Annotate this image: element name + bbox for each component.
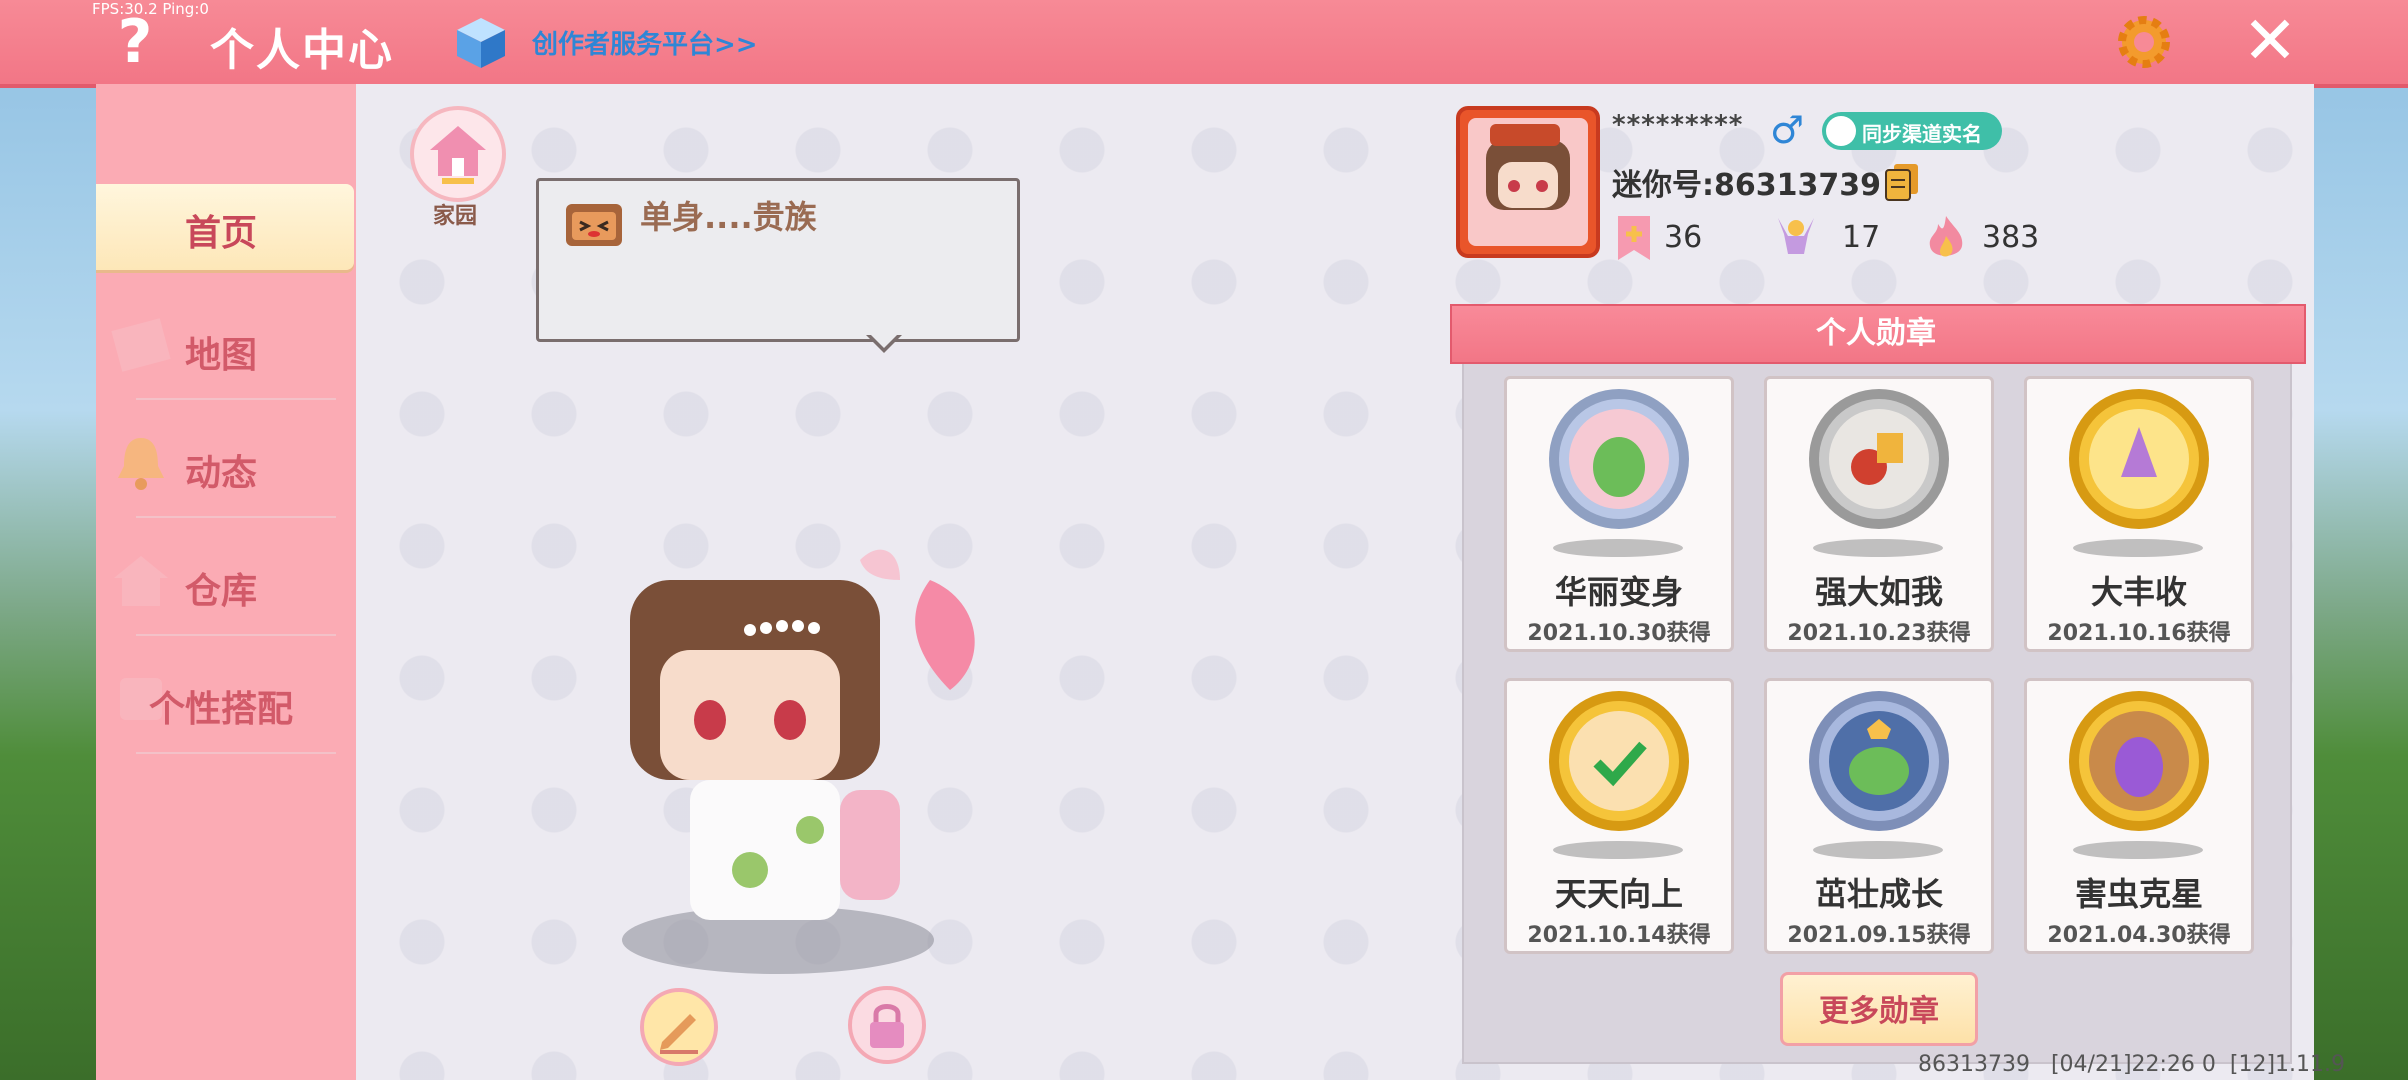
divider (136, 752, 336, 754)
badge-date: 2021.10.30获得 (1527, 621, 1711, 646)
sidebar-item-outfit[interactable]: 个性搭配 (96, 650, 346, 754)
flame-icon (1929, 216, 1963, 257)
badge-name: 强大如我 (1814, 573, 1943, 611)
badge-date: 2021.09.15获得 (1787, 923, 1971, 948)
edit-button[interactable] (640, 988, 718, 1066)
badge-medal-icon (2069, 389, 2209, 529)
home-icon (430, 126, 486, 184)
close-icon[interactable]: ✕ (2240, 6, 2300, 76)
sidebar-item-storage[interactable]: 仓库 (96, 532, 346, 636)
realname-sync-label: 同步渠道实名 (1862, 122, 1982, 146)
avatar[interactable] (1456, 106, 1600, 258)
medal-shadow (2073, 539, 2203, 557)
badge-card[interactable]: 大丰收 2021.10.16获得 (2024, 376, 2254, 652)
medal-shadow (1553, 539, 1683, 557)
male-icon: ♂ (1770, 108, 1805, 152)
more-badges-label: 更多勋章 (1819, 994, 1939, 1029)
gear-icon[interactable] (2112, 10, 2176, 74)
cube-icon[interactable] (455, 16, 507, 70)
stat-value: 17 (1842, 220, 1881, 255)
emoji-icon (566, 204, 622, 246)
medal-shadow (2073, 841, 2203, 859)
sidebar-item-home[interactable]: 首页 (96, 184, 354, 270)
stat-value: 36 (1664, 220, 1703, 255)
badge-name: 茁壮成长 (1814, 875, 1943, 913)
username: ********* (1612, 110, 1744, 140)
stat-value: 383 (1982, 220, 2040, 255)
divider (136, 398, 336, 400)
badge-date: 2021.10.14获得 (1527, 923, 1711, 948)
sidebar-item-label: 地图 (184, 335, 257, 376)
help-icon[interactable]: ? (110, 10, 160, 74)
sidebar-item-feed[interactable]: 动态 (96, 414, 346, 518)
divider (136, 634, 336, 636)
badge-name: 天天向上 (1554, 875, 1683, 913)
medal-shadow (1553, 841, 1683, 859)
badge-medal-icon (1549, 389, 1689, 529)
sidebar-item-label: 动态 (184, 453, 257, 494)
medal-shadow (1813, 841, 1943, 859)
badge-card[interactable]: 强大如我 2021.10.23获得 (1764, 376, 1994, 652)
divider (136, 516, 336, 518)
copy-icon[interactable] (1884, 162, 1920, 202)
version-info: 86313739 [04/21]22:26 0 [12]1.11.9 (1918, 1052, 2346, 1077)
sidebar-item-map[interactable]: 地图 (96, 296, 346, 400)
page-title: 个人中心 (210, 25, 394, 76)
player-character[interactable] (600, 540, 1000, 980)
creator-platform-link[interactable]: 创作者服务平台>> (532, 24, 758, 61)
badge-name: 华丽变身 (1554, 573, 1683, 611)
badge-card[interactable]: 华丽变身 2021.10.30获得 (1504, 376, 1734, 652)
badge-card[interactable]: 害虫克星 2021.04.30获得 (2024, 678, 2254, 954)
badge-medal-icon (2069, 691, 2209, 831)
badge-date: 2021.10.23获得 (1787, 621, 1971, 646)
badge-name: 害虫克星 (2074, 875, 2203, 913)
sidebar-item-label: 个性搭配 (148, 689, 293, 730)
avatar-portrait (1468, 118, 1588, 246)
home-label: 家园 (432, 204, 477, 229)
badge-date: 2021.04.30获得 (2047, 923, 2231, 948)
sidebar-item-label: 首页 (184, 213, 257, 254)
badge-name: 大丰收 (2090, 573, 2187, 611)
signature-text: 单身....贵族 (640, 198, 817, 236)
pencil-icon (660, 1014, 698, 1054)
badge-medal-icon (1809, 691, 1949, 831)
lock-icon (870, 1004, 904, 1048)
mini-id: 迷你号:86313739 (1612, 168, 1881, 203)
sidebar-item-label: 仓库 (184, 571, 257, 612)
home-button[interactable] (410, 106, 506, 202)
medal-shadow (1813, 539, 1943, 557)
badge-medal-icon (1809, 389, 1949, 529)
person-icon (1826, 116, 1856, 146)
badge-card[interactable]: 茁壮成长 2021.09.15获得 (1764, 678, 1994, 954)
lock-button[interactable] (848, 986, 926, 1064)
badge-medal-icon (1549, 691, 1689, 831)
trophy-person-icon (1778, 218, 1814, 254)
badge-card[interactable]: 天天向上 2021.10.14获得 (1504, 678, 1734, 954)
badge-panel-title: 个人勋章 (1816, 316, 1936, 351)
badge-date: 2021.10.16获得 (2047, 621, 2231, 646)
bubble-tail-fill (870, 334, 898, 348)
bookmark-plus-icon (1618, 216, 1650, 260)
